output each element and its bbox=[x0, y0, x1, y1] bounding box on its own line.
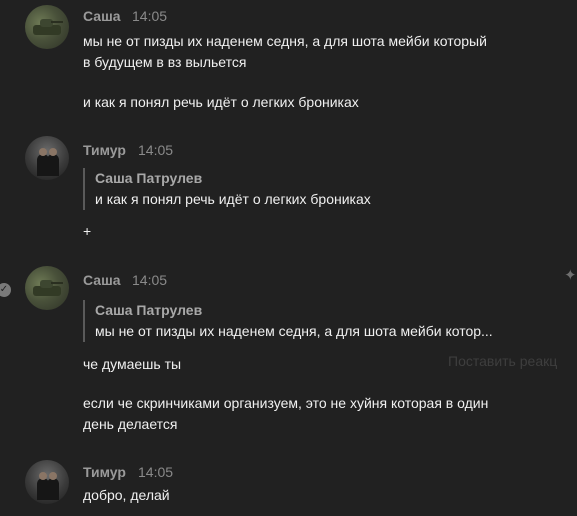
message-text: и как я понял речь идёт о легких броника… bbox=[83, 94, 359, 110]
head-icon bbox=[39, 472, 47, 480]
timestamp: 14:05 bbox=[132, 272, 168, 288]
timestamp: 14:05 bbox=[138, 142, 174, 158]
reply-quote[interactable]: Саша Патрулев и как я понял речь идёт о … bbox=[83, 168, 371, 210]
tank-gun-icon bbox=[51, 282, 63, 284]
avatar[interactable] bbox=[25, 5, 69, 49]
message-text: мы не от пизды их наденем седня, а для ш… bbox=[83, 33, 487, 49]
message-text: если че скринчиками организуем, это не х… bbox=[83, 395, 489, 411]
quote-text: мы не от пизды их наденем седня, а для ш… bbox=[95, 323, 493, 339]
avatar[interactable] bbox=[25, 460, 69, 504]
timestamp: 14:05 bbox=[132, 8, 168, 24]
quote-author: Саша Патрулев bbox=[95, 170, 203, 186]
add-reaction-button[interactable]: Поставить реакц bbox=[448, 353, 557, 369]
author-name[interactable]: Саша bbox=[83, 272, 121, 288]
quote-text: и как я понял речь идёт о легких броника… bbox=[95, 191, 371, 207]
message-text: + bbox=[83, 223, 92, 239]
timestamp: 14:05 bbox=[138, 464, 174, 480]
head-icon bbox=[39, 148, 47, 156]
reply-quote[interactable]: Саша Патрулев мы не от пизды их наденем … bbox=[83, 300, 493, 342]
sparkle-icon[interactable]: ✦ bbox=[564, 266, 577, 284]
author-name[interactable]: Тимур bbox=[83, 464, 126, 480]
author-name[interactable]: Тимур bbox=[83, 142, 126, 158]
person-icon bbox=[47, 154, 59, 176]
avatar[interactable] bbox=[25, 136, 69, 180]
person-icon bbox=[47, 478, 59, 500]
message-group: Саша 14:05 мы не от пизды их наденем сед… bbox=[0, 0, 577, 120]
message-text: добро, делай bbox=[83, 487, 170, 503]
message-text: че думаешь ты bbox=[83, 356, 182, 372]
message-group: Тимур 14:05 Саша Патрулев и как я понял … bbox=[0, 130, 577, 240]
head-icon bbox=[49, 472, 57, 480]
tank-gun-icon bbox=[51, 21, 63, 23]
message-group: Тимур 14:05 добро, делай bbox=[0, 456, 577, 516]
avatar[interactable] bbox=[25, 266, 69, 310]
author-name[interactable]: Саша bbox=[83, 8, 121, 24]
message-text: день делается bbox=[83, 416, 178, 432]
head-icon bbox=[49, 148, 57, 156]
message-group: Саша 14:05 Саша Патрулев мы не от пизды … bbox=[0, 262, 577, 442]
message-text: в будущем в вз выльется bbox=[83, 54, 247, 70]
quote-author: Саша Патрулев bbox=[95, 302, 203, 318]
